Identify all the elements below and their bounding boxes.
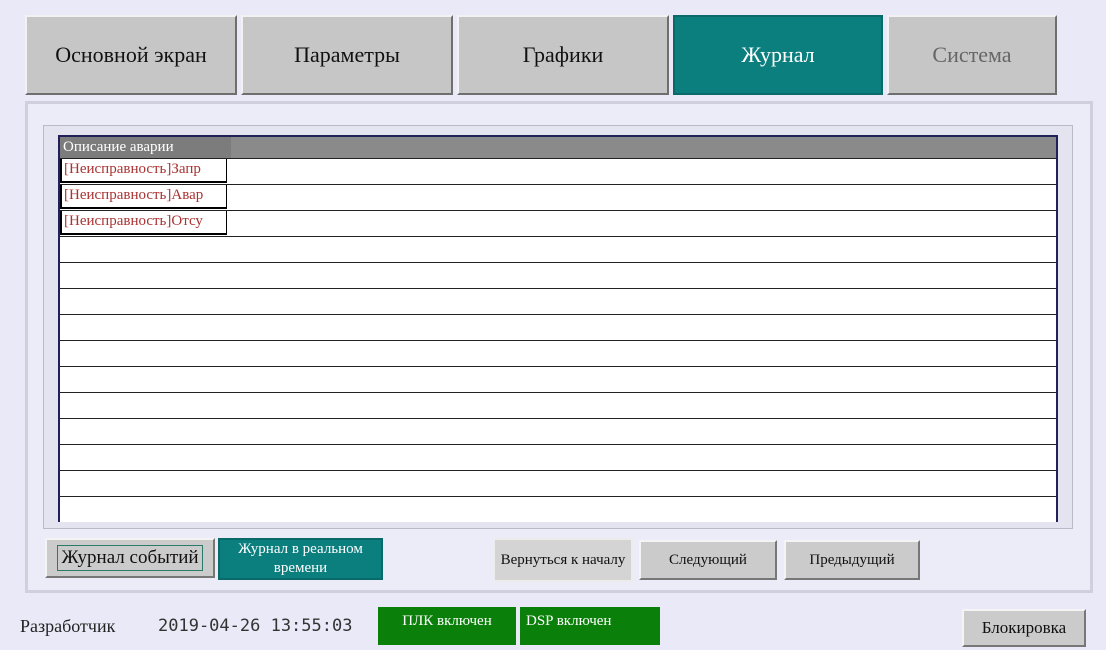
tab-parameters[interactable]: Параметры xyxy=(241,15,453,95)
table-row[interactable] xyxy=(60,315,1056,341)
tab-system[interactable]: Система xyxy=(887,15,1057,95)
datetime-display: 2019-04-26 13:55:03 xyxy=(158,616,353,636)
table-row[interactable] xyxy=(60,341,1056,367)
alarm-table[interactable]: Описание аварии [Неисправность]Запр [Неи… xyxy=(58,135,1058,522)
dsp-status-badge: DSP включен xyxy=(520,607,660,645)
event-log-label: Журнал событий xyxy=(57,545,203,571)
table-row[interactable] xyxy=(60,237,1056,263)
table-row[interactable] xyxy=(60,471,1056,497)
table-row[interactable]: [Неисправность]Отсу xyxy=(60,211,1056,237)
table-row[interactable] xyxy=(60,497,1056,522)
tab-graphs[interactable]: Графики xyxy=(457,15,669,95)
user-role-label: Разработчик xyxy=(20,616,116,636)
tab-main-screen[interactable]: Основной экран xyxy=(25,15,237,95)
table-header: Описание аварии xyxy=(60,137,1056,159)
go-to-start-button[interactable]: Вернуться к началу xyxy=(493,538,633,582)
previous-button[interactable]: Предыдущий xyxy=(784,540,920,580)
table-row[interactable] xyxy=(60,367,1056,393)
table-row[interactable] xyxy=(60,445,1056,471)
lock-button[interactable]: Блокировка xyxy=(962,609,1086,647)
table-row[interactable] xyxy=(60,289,1056,315)
table-row[interactable]: [Неисправность]Запр xyxy=(60,159,1056,185)
column-header-alarm-description: Описание аварии xyxy=(60,137,231,158)
realtime-log-button[interactable]: Журнал в реальном времени xyxy=(218,538,383,580)
plc-status-badge: ПЛК включен xyxy=(378,607,516,645)
table-row[interactable] xyxy=(60,393,1056,419)
table-cell: [Неисправность]Отсу xyxy=(60,211,227,235)
table-row[interactable]: [Неисправность]Авар xyxy=(60,185,1056,211)
table-row[interactable] xyxy=(60,419,1056,445)
event-log-button[interactable]: Журнал событий xyxy=(45,538,215,578)
tab-journal[interactable]: Журнал xyxy=(673,15,883,95)
next-button[interactable]: Следующий xyxy=(639,540,777,580)
table-cell: [Неисправность]Авар xyxy=(60,185,227,209)
table-cell: [Неисправность]Запр xyxy=(60,159,227,183)
table-row[interactable] xyxy=(60,263,1056,289)
